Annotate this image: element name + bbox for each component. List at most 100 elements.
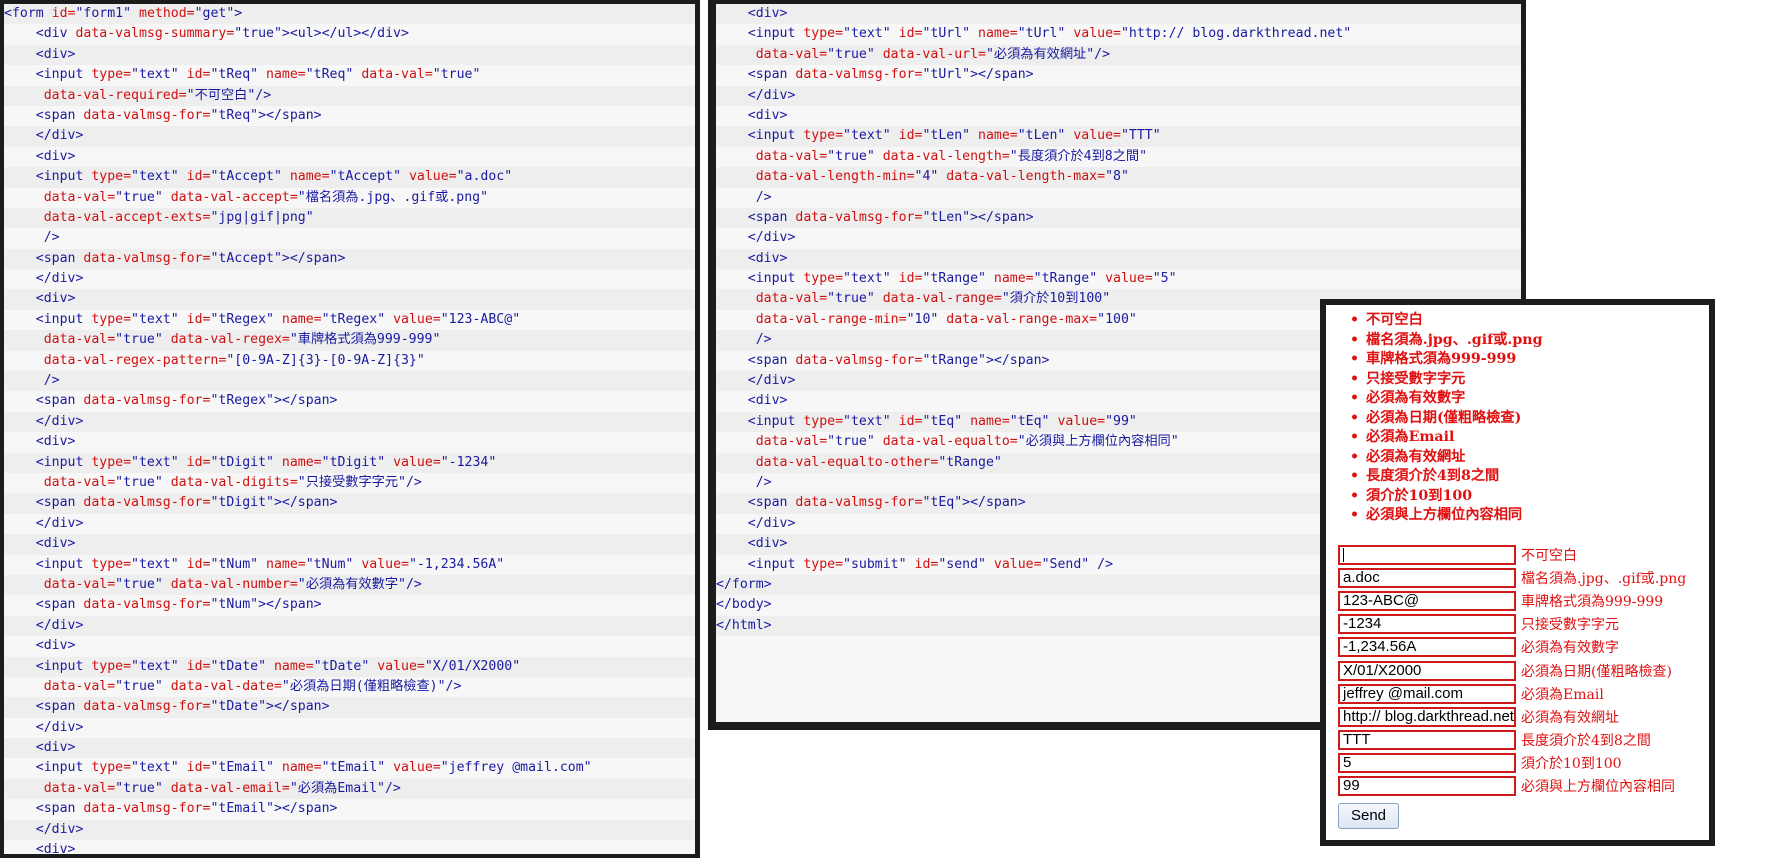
code-token: "必須為有效數字" bbox=[297, 576, 406, 592]
code-token: "true" bbox=[432, 67, 481, 83]
text-input[interactable]: jeffrey @mail.com bbox=[1338, 683, 1516, 704]
code-line: </div> bbox=[4, 514, 695, 534]
code-token: value= bbox=[408, 169, 457, 185]
code-token: id= bbox=[898, 26, 923, 42]
code-token: <span bbox=[716, 67, 796, 83]
code-token: "a.doc" bbox=[456, 169, 513, 185]
code-token: type= bbox=[91, 67, 132, 83]
form-row: 99 必須與上方欄位內容相同 bbox=[1338, 775, 1686, 798]
code-token: "必須為有效網址" bbox=[985, 46, 1095, 62]
code-token: "tReq" bbox=[305, 67, 362, 83]
summary-error-item: 須介於10到100 bbox=[1350, 487, 1709, 507]
code-token: "tRange" bbox=[1033, 271, 1106, 287]
input-value: -1,234.56A bbox=[1343, 638, 1417, 656]
code-token: </div> bbox=[4, 413, 84, 429]
code-token: data-val-length-min= bbox=[716, 169, 915, 185]
code-token: "text" bbox=[131, 760, 187, 776]
code-line: <span data-valmsg-for="tDate"></span> bbox=[4, 697, 695, 718]
code-token: "text" bbox=[131, 169, 187, 185]
text-input[interactable]: http:// blog.darkthread.net bbox=[1338, 706, 1516, 727]
code-token: data-valmsg-for= bbox=[795, 352, 923, 368]
code-token: "tRegex" bbox=[321, 311, 394, 327]
input-value: a.doc bbox=[1343, 568, 1380, 586]
field-error-message: 車牌格式須為999-999 bbox=[1521, 593, 1664, 610]
code-token: ></span> bbox=[273, 801, 338, 817]
code-token: "必須與上方欄位內容相同" bbox=[1017, 434, 1179, 450]
code-token: data-valmsg-for= bbox=[83, 495, 211, 511]
text-input[interactable]: TTT bbox=[1338, 730, 1516, 751]
code-token: value= bbox=[377, 658, 425, 674]
code-token: data-val-range-min= bbox=[716, 311, 907, 327]
code-token: "tDigit" bbox=[210, 454, 282, 470]
code-line: data-val="true" data-val-email="必須為Email… bbox=[4, 778, 695, 800]
field-error-message: 只接受數字字元 bbox=[1521, 617, 1619, 634]
code-token: "tRange" bbox=[938, 454, 1002, 470]
code-token: "tDate" bbox=[313, 658, 378, 674]
summary-error-item: 只接受數字字元 bbox=[1350, 370, 1709, 390]
code-token: "車牌格式須為999-999" bbox=[289, 332, 441, 348]
code-token: name= bbox=[289, 169, 330, 185]
form-row: 5 須介於10到100 bbox=[1338, 752, 1686, 775]
code-token: data-valmsg-for= bbox=[83, 597, 211, 613]
code-token: </div> bbox=[716, 230, 796, 246]
text-input[interactable]: -1,234.56A bbox=[1338, 637, 1516, 658]
text-input[interactable]: 5 bbox=[1338, 753, 1516, 774]
text-input[interactable] bbox=[1338, 544, 1516, 565]
code-token: data-val-url= bbox=[882, 46, 986, 62]
validation-summary: 不可空白檔名須為.jpg、.gif或.png車牌格式須為999-999只接受數字… bbox=[1326, 305, 1709, 526]
send-button[interactable]: Send bbox=[1338, 803, 1399, 830]
code-token: name= bbox=[993, 271, 1034, 287]
code-token: data-valmsg-for= bbox=[83, 699, 211, 715]
code-token: /> bbox=[716, 474, 772, 490]
text-input[interactable]: -1234 bbox=[1338, 614, 1516, 635]
code-token: <div> bbox=[4, 740, 76, 756]
summary-error-item: 必須為有效數字 bbox=[1350, 389, 1709, 409]
text-input[interactable]: X/01/X2000 bbox=[1338, 660, 1516, 681]
code-token: "jpg|gif|png" bbox=[210, 209, 314, 225]
code-line: <span data-valmsg-for="tLen"></span> bbox=[716, 207, 1521, 229]
code-token: "tEmail" bbox=[321, 760, 394, 776]
code-token: "submit" bbox=[843, 556, 915, 572]
code-token: "tEmail" bbox=[210, 760, 282, 776]
code-token: type= bbox=[803, 128, 844, 144]
code-token: type= bbox=[803, 271, 844, 287]
code-token: data-val= bbox=[4, 678, 116, 694]
summary-error-item: 檔名須為.jpg、.gif或.png bbox=[1350, 331, 1709, 351]
code-line: <span data-valmsg-for="tNum"></span> bbox=[4, 595, 695, 615]
code-line: <span data-valmsg-for="tRegex"></span> bbox=[4, 391, 695, 411]
code-token: /> bbox=[4, 373, 60, 389]
field-error-message: 長度須介於4到8之間 bbox=[1521, 733, 1651, 750]
code-line: <span data-valmsg-for="tDigit"></span> bbox=[4, 493, 695, 514]
code-token: "http:// blog.darkthread.net" bbox=[1120, 26, 1352, 42]
code-token: "123-ABC@" bbox=[440, 311, 521, 327]
code-line: </div> bbox=[4, 718, 695, 738]
summary-error-item: 必須為有效網址 bbox=[1350, 448, 1709, 468]
text-caret bbox=[1343, 547, 1344, 562]
code-token: <div> bbox=[4, 46, 76, 62]
text-input[interactable]: a.doc bbox=[1338, 567, 1516, 588]
code-line: data-val="true" data-val-digits="只接受數字字元… bbox=[4, 473, 695, 493]
code-token: <div> bbox=[4, 842, 76, 854]
code-token: <input bbox=[4, 67, 92, 83]
code-token: <span bbox=[4, 250, 84, 266]
text-input[interactable]: 123-ABC@ bbox=[1338, 590, 1516, 611]
code-line: <div> bbox=[716, 4, 1521, 25]
code-token: "form1" bbox=[75, 6, 139, 21]
code-token: "4" bbox=[914, 169, 947, 185]
code-token: id= bbox=[186, 67, 211, 83]
code-token: data-val= bbox=[716, 46, 828, 62]
code-line: <div> bbox=[4, 738, 695, 759]
text-input[interactable]: 99 bbox=[1338, 776, 1516, 797]
code-token: id= bbox=[186, 169, 211, 185]
code-token: "-1,234.56A" bbox=[408, 556, 505, 572]
code-line: <input type="text" id="tLen" name="tLen"… bbox=[716, 126, 1521, 147]
code-token: "TTT" bbox=[1120, 128, 1161, 144]
code-token: data-valmsg-for= bbox=[795, 209, 923, 225]
code-token: "text" bbox=[843, 271, 899, 287]
code-line: data-val="true" data-val-number="必須為有效數字… bbox=[4, 574, 695, 596]
code-line: <div> bbox=[716, 106, 1521, 126]
code-token: type= bbox=[803, 26, 844, 42]
code-token: "tAccept" bbox=[329, 169, 409, 185]
code-token: "jeffrey @mail.com" bbox=[440, 760, 592, 776]
code-token: <input bbox=[4, 169, 92, 185]
